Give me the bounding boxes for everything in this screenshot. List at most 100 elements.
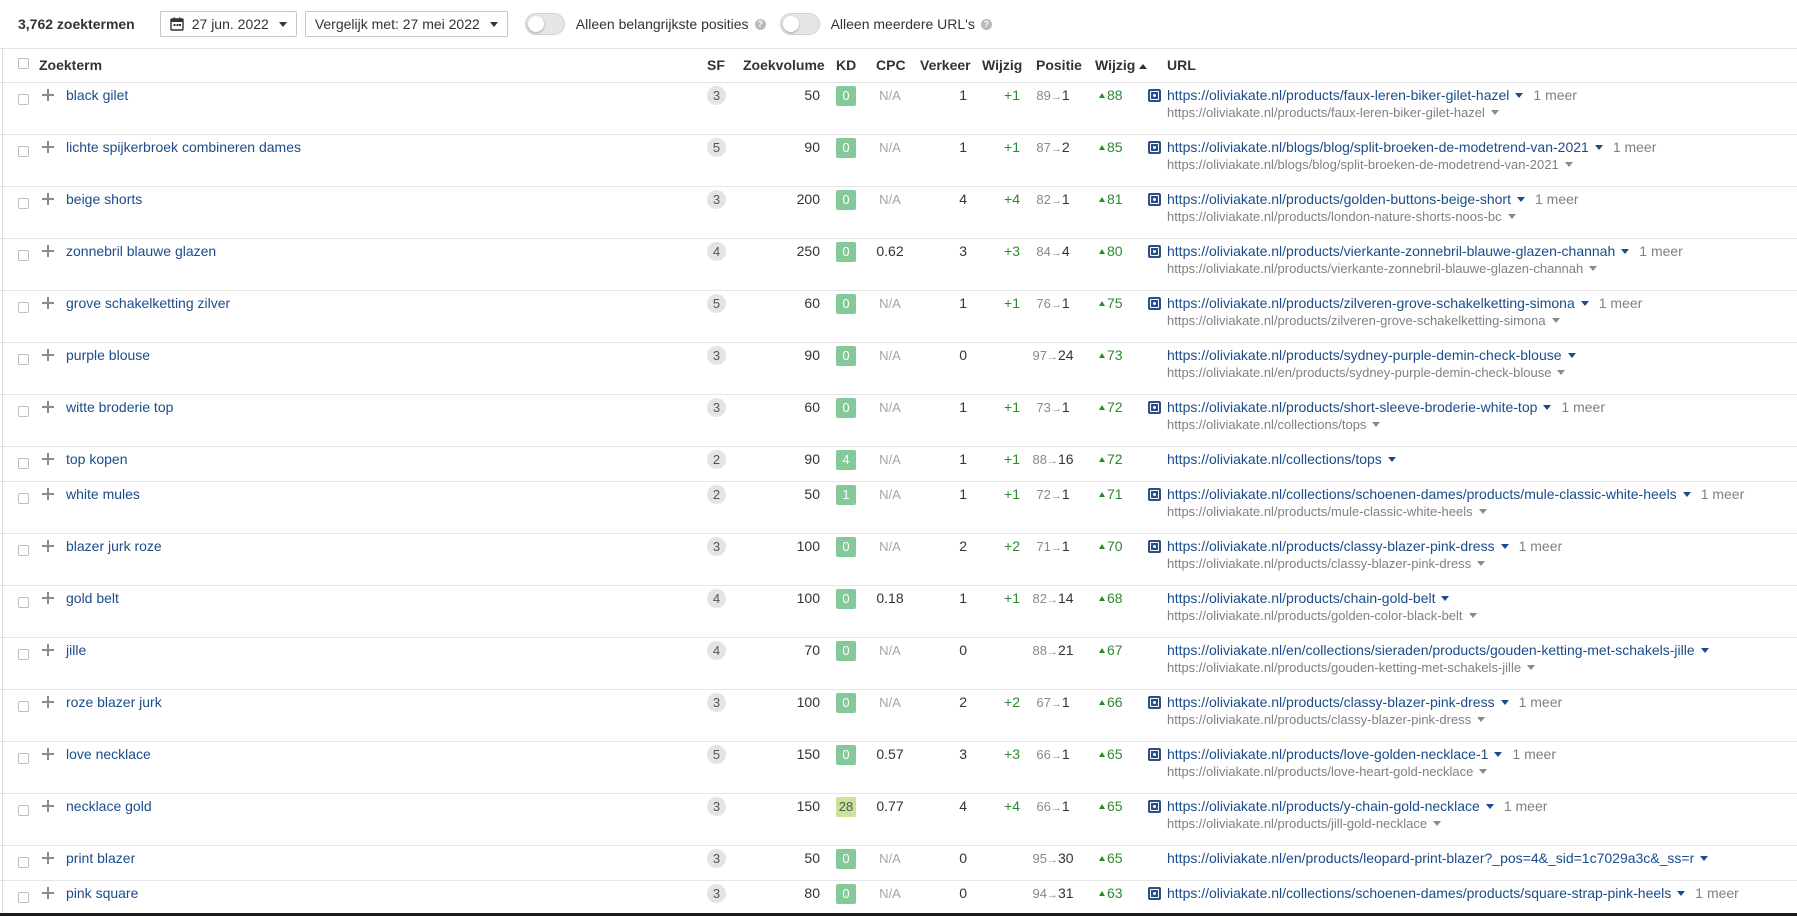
previous-url-text[interactable]: https://oliviakate.nl/products/vierkante… <box>1167 261 1583 276</box>
col-kd[interactable]: KD <box>836 49 856 82</box>
serp-features-badge[interactable]: 3 <box>707 849 726 868</box>
keyword-link[interactable]: beige shorts <box>66 191 142 207</box>
serp-features-badge[interactable]: 2 <box>707 450 726 469</box>
more-urls-link[interactable]: 1 meer <box>1639 243 1683 259</box>
help-icon[interactable]: ? <box>980 18 992 30</box>
ranking-url[interactable]: https://oliviakate.nl/collections/schoen… <box>1167 486 1677 502</box>
ranking-url[interactable]: https://oliviakate.nl/products/chain-gol… <box>1167 590 1435 606</box>
chevron-down-icon[interactable] <box>1490 110 1499 115</box>
previous-url-text[interactable]: https://oliviakate.nl/en/products/sydney… <box>1167 365 1551 380</box>
row-checkbox[interactable] <box>18 892 29 903</box>
row-checkbox[interactable] <box>18 302 29 313</box>
chevron-down-icon[interactable] <box>1507 214 1516 219</box>
plus-icon[interactable] <box>42 349 54 361</box>
keyword-link[interactable]: love necklace <box>66 746 151 762</box>
keyword-link[interactable]: blazer jurk roze <box>66 538 162 554</box>
chevron-down-icon[interactable] <box>1477 717 1486 722</box>
more-urls-link[interactable]: 1 meer <box>1533 87 1577 103</box>
previous-url-text[interactable]: https://oliviakate.nl/products/london-na… <box>1167 209 1502 224</box>
keyword-link[interactable]: roze blazer jurk <box>66 694 162 710</box>
more-urls-link[interactable]: 1 meer <box>1561 399 1605 415</box>
chevron-down-icon[interactable] <box>1516 197 1525 202</box>
keyword-link[interactable]: grove schakelketting zilver <box>66 295 230 311</box>
col-volume[interactable]: Zoekvolume <box>743 49 825 82</box>
previous-url-text[interactable]: https://oliviakate.nl/products/classy-bl… <box>1167 712 1471 727</box>
ranking-url[interactable]: https://oliviakate.nl/products/zilveren-… <box>1167 295 1575 311</box>
serp-features-badge[interactable]: 3 <box>707 86 726 105</box>
col-url[interactable]: URL <box>1167 49 1196 82</box>
more-urls-link[interactable]: 1 meer <box>1519 538 1563 554</box>
keyword-link[interactable]: jille <box>66 642 86 658</box>
previous-url-text[interactable]: https://oliviakate.nl/blogs/blog/split-b… <box>1167 157 1559 172</box>
more-urls-link[interactable]: 1 meer <box>1512 746 1556 762</box>
previous-url-text[interactable]: https://oliviakate.nl/products/faux-lere… <box>1167 105 1485 120</box>
ranking-url[interactable]: https://oliviakate.nl/products/vierkante… <box>1167 243 1615 259</box>
keyword-link[interactable]: necklace gold <box>66 798 152 814</box>
plus-icon[interactable] <box>42 193 54 205</box>
chevron-down-icon[interactable] <box>1621 249 1630 254</box>
previous-url-text[interactable]: https://oliviakate.nl/collections/tops <box>1167 417 1366 432</box>
col-sf[interactable]: SF <box>707 49 725 82</box>
serp-features-badge[interactable]: 4 <box>707 641 726 660</box>
chevron-down-icon[interactable] <box>1468 613 1477 618</box>
row-checkbox[interactable] <box>18 753 29 764</box>
row-checkbox[interactable] <box>18 354 29 365</box>
chevron-down-icon[interactable] <box>1372 422 1381 427</box>
col-position[interactable]: Positie <box>1036 49 1082 82</box>
ranking-url[interactable]: https://oliviakate.nl/products/classy-bl… <box>1167 538 1495 554</box>
toggle-multiple-urls[interactable] <box>779 13 820 35</box>
ranking-url[interactable]: https://oliviakate.nl/collections/schoen… <box>1167 885 1671 901</box>
row-checkbox[interactable] <box>18 458 29 469</box>
ranking-url[interactable]: https://oliviakate.nl/collections/tops <box>1167 451 1382 467</box>
more-urls-link[interactable]: 1 meer <box>1613 139 1657 155</box>
chevron-down-icon[interactable] <box>1700 856 1709 861</box>
chevron-down-icon[interactable] <box>1500 544 1509 549</box>
previous-url-text[interactable]: https://oliviakate.nl/products/golden-co… <box>1167 608 1463 623</box>
chevron-down-icon[interactable] <box>1433 821 1442 826</box>
keyword-link[interactable]: top kopen <box>66 451 128 467</box>
row-checkbox[interactable] <box>18 545 29 556</box>
chevron-down-icon[interactable] <box>1500 700 1509 705</box>
serp-features-badge[interactable]: 3 <box>707 797 726 816</box>
chevron-down-icon[interactable] <box>1557 370 1566 375</box>
row-checkbox[interactable] <box>18 857 29 868</box>
date-picker-button[interactable]: 27 jun. 2022 <box>159 11 297 37</box>
previous-url-text[interactable]: https://oliviakate.nl/products/gouden-ke… <box>1167 660 1521 675</box>
plus-icon[interactable] <box>42 800 54 812</box>
chevron-down-icon[interactable] <box>1494 752 1503 757</box>
chevron-down-icon[interactable] <box>1477 561 1486 566</box>
plus-icon[interactable] <box>42 245 54 257</box>
previous-url-text[interactable]: https://oliviakate.nl/products/jill-gold… <box>1167 816 1427 831</box>
ranking-url[interactable]: https://oliviakate.nl/products/y-chain-g… <box>1167 798 1480 814</box>
chevron-down-icon[interactable] <box>1580 301 1589 306</box>
chevron-down-icon[interactable] <box>1567 353 1576 358</box>
help-icon[interactable]: ? <box>754 18 766 30</box>
plus-icon[interactable] <box>42 696 54 708</box>
col-traffic[interactable]: Verkeer <box>920 49 971 82</box>
serp-features-badge[interactable]: 5 <box>707 745 726 764</box>
plus-icon[interactable] <box>42 887 54 899</box>
row-checkbox[interactable] <box>18 198 29 209</box>
more-urls-link[interactable]: 1 meer <box>1695 885 1739 901</box>
col-traffic-change[interactable]: Wijzig <box>982 49 1022 82</box>
select-all-checkbox[interactable] <box>18 58 29 69</box>
plus-icon[interactable] <box>42 141 54 153</box>
plus-icon[interactable] <box>42 748 54 760</box>
plus-icon[interactable] <box>42 453 54 465</box>
plus-icon[interactable] <box>42 488 54 500</box>
keyword-link[interactable]: black gilet <box>66 87 128 103</box>
chevron-down-icon[interactable] <box>1543 405 1552 410</box>
ranking-url[interactable]: https://oliviakate.nl/products/love-gold… <box>1167 746 1488 762</box>
ranking-url[interactable]: https://oliviakate.nl/products/sydney-pu… <box>1167 347 1562 363</box>
chevron-down-icon[interactable] <box>1589 266 1598 271</box>
toggle-top-positions[interactable] <box>524 13 565 35</box>
keyword-link[interactable]: gold belt <box>66 590 119 606</box>
chevron-down-icon[interactable] <box>1527 665 1536 670</box>
row-checkbox[interactable] <box>18 597 29 608</box>
chevron-down-icon[interactable] <box>1594 145 1603 150</box>
keyword-link[interactable]: witte broderie top <box>66 399 173 415</box>
col-term[interactable]: Zoekterm <box>39 49 102 82</box>
plus-icon[interactable] <box>42 89 54 101</box>
ranking-url[interactable]: https://oliviakate.nl/blogs/blog/split-b… <box>1167 139 1589 155</box>
chevron-down-icon[interactable] <box>1479 769 1488 774</box>
